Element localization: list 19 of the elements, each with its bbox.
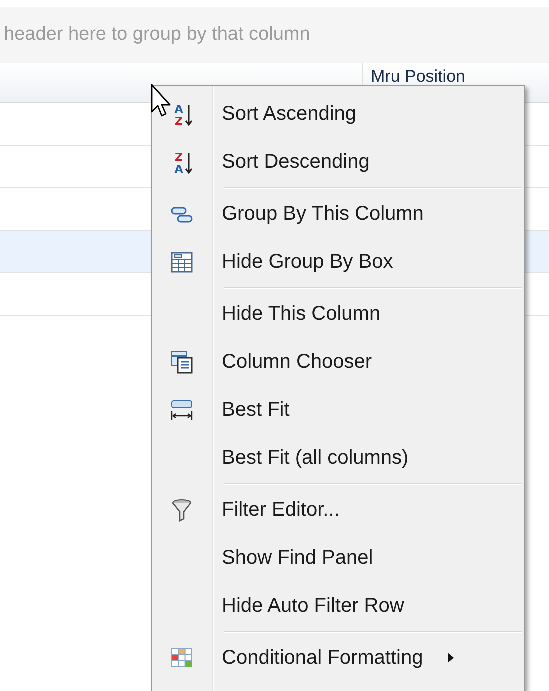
color-grid-icon — [170, 646, 194, 670]
menu-item[interactable]: Z A Sort Descending — [152, 138, 524, 186]
menu-item[interactable]: Hide Group By Box — [152, 238, 524, 286]
table-icon — [170, 250, 194, 274]
menu-item[interactable]: Conditional Formatting — [152, 634, 524, 682]
submenu-arrow-icon — [447, 652, 456, 664]
menu-item[interactable]: Best Fit — [152, 386, 524, 434]
menu-item[interactable]: Hide This Column — [152, 290, 524, 338]
filter-icon — [170, 498, 194, 522]
menu-item[interactable]: Filter Editor... — [152, 486, 524, 534]
column-chooser-icon — [170, 350, 194, 374]
column-header-label: Mru Position — [371, 67, 466, 86]
menu-item[interactable]: Show Find Panel — [152, 534, 524, 582]
menu-item[interactable]: Best Fit (all columns) — [152, 434, 524, 482]
best-fit-icon — [170, 398, 194, 422]
menu-item[interactable]: Group By This Column — [152, 190, 524, 238]
menu-item[interactable]: Hide Auto Filter Row — [152, 582, 524, 630]
menu-item[interactable]: Column Chooser — [152, 338, 524, 386]
group-panel-hint: header here to group by that column — [4, 22, 310, 47]
